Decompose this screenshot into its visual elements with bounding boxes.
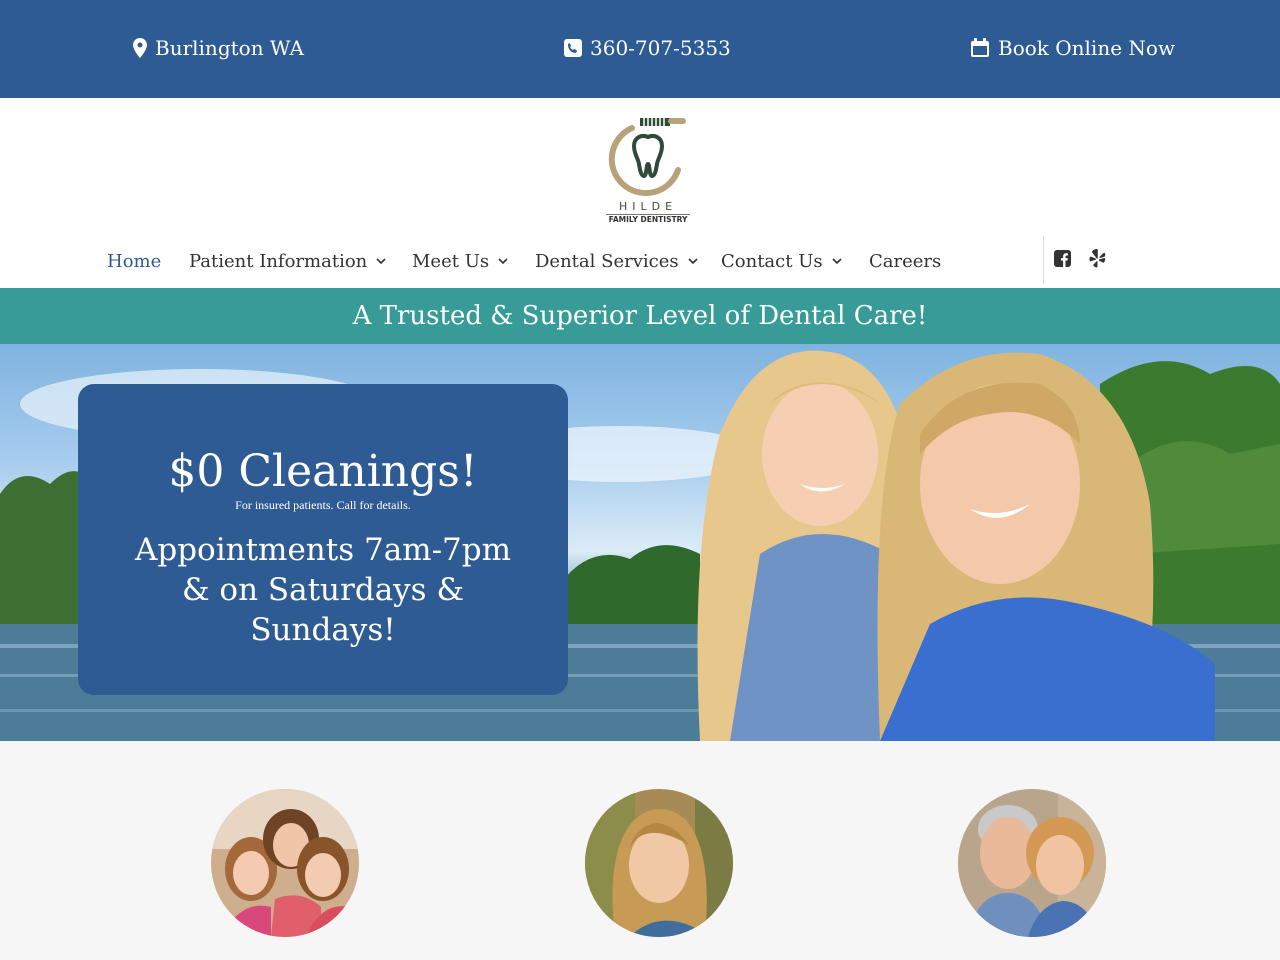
site-logo[interactable]: HILDE FAMILY DENTISTRY (600, 110, 696, 224)
phone-icon (564, 39, 582, 57)
nav-item-label: Dental Services (535, 251, 679, 272)
nav-item-careers[interactable]: Careers (869, 251, 941, 273)
promo-box: $0 Cleanings! For insured patients. Call… (78, 384, 568, 695)
promo-note: For insured patients. Call for details. (235, 498, 411, 512)
chevron-down-icon (498, 258, 508, 265)
nav-item-home[interactable]: Home (107, 251, 161, 273)
nav-item-patient-information[interactable]: Patient Information (189, 251, 386, 273)
feature-senior-couple-image[interactable] (958, 789, 1106, 937)
logo-name: HILDE (618, 200, 678, 213)
map-pin-icon (133, 38, 147, 58)
calendar-icon (971, 38, 989, 57)
phone-link[interactable]: 360-707-5353 (564, 36, 731, 60)
hero-banner: $0 Cleanings! For insured patients. Call… (0, 344, 1280, 741)
chevron-down-icon (376, 258, 386, 265)
nav-item-label: Contact Us (721, 251, 823, 272)
location-text: Burlington WA (155, 36, 304, 60)
children-photo (211, 789, 359, 937)
tooth-logo-icon (608, 118, 686, 197)
tagline-banner: A Trusted & Superior Level of Dental Car… (0, 288, 1280, 344)
chevron-down-icon (688, 258, 698, 265)
site-header: HILDE FAMILY DENTISTRY Home Patient Info… (0, 98, 1280, 288)
phone-text: 360-707-5353 (590, 36, 731, 60)
nav-item-label: Meet Us (412, 251, 490, 272)
nav-item-label: Patient Information (189, 251, 368, 272)
nav-item-label: Home (107, 251, 162, 272)
yelp-icon (1089, 248, 1106, 268)
logo-subtitle: FAMILY DENTISTRY (606, 214, 690, 224)
senior-couple-photo (958, 789, 1106, 937)
feature-young-woman-image[interactable] (585, 789, 733, 937)
nav-item-dental-services[interactable]: Dental Services (535, 251, 698, 273)
book-online-text: Book Online Now (998, 36, 1176, 60)
chevron-down-icon (832, 258, 842, 265)
main-nav: Home Patient Information Meet Us Dental … (0, 236, 1280, 288)
young-woman-photo (585, 789, 733, 937)
feature-children-image[interactable] (211, 789, 359, 937)
nav-item-meet-us[interactable]: Meet Us (412, 251, 508, 273)
nav-item-contact-us[interactable]: Contact Us (721, 251, 842, 273)
promo-title: $0 Cleanings! (168, 446, 478, 497)
nav-divider (1043, 236, 1044, 284)
nav-item-label: Careers (869, 251, 942, 272)
facebook-link[interactable] (1052, 247, 1072, 269)
promo-appointments: Appointments 7am-7pm & on Saturdays & Su… (134, 532, 512, 648)
yelp-link[interactable] (1088, 247, 1108, 269)
book-online-link[interactable]: Book Online Now (970, 36, 1175, 60)
facebook-icon (1053, 249, 1071, 267)
top-info-bar: Burlington WA 360-707-5353 Book Online N… (0, 0, 1280, 98)
location-link[interactable]: Burlington WA (133, 36, 304, 60)
